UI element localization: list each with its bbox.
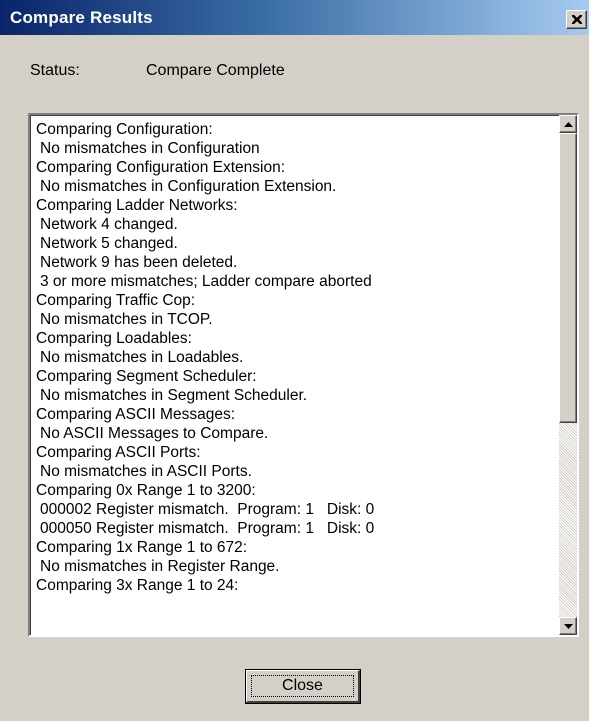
close-x-icon [571, 15, 582, 24]
scroll-up-button[interactable] [559, 115, 577, 133]
scroll-up-arrow-icon [563, 121, 573, 127]
result-line: 000050 Register mismatch. Program: 1 Dis… [40, 520, 375, 537]
dialog-title: Compare Results [10, 8, 153, 27]
results-lines: Comparing Configuration: No mismatches in… [36, 120, 556, 595]
compare-results-dialog: Compare Results Status: Compare Complete… [0, 0, 589, 721]
result-line: Comparing Configuration Extension: [36, 159, 285, 176]
result-line: Comparing 0x Range 1 to 3200: [36, 482, 256, 499]
result-line: 000002 Register mismatch. Program: 1 Dis… [40, 501, 375, 518]
scroll-thumb[interactable] [559, 133, 577, 423]
status-label: Status: [30, 62, 80, 79]
result-line: Comparing Ladder Networks: [36, 197, 238, 214]
result-line: Network 9 has been deleted. [40, 254, 238, 271]
result-line: Network 5 changed. [40, 235, 178, 252]
status-value: Compare Complete [146, 62, 285, 79]
result-line: No ASCII Messages to Compare. [40, 425, 269, 442]
result-line: Network 4 changed. [40, 216, 178, 233]
focus-rectangle [251, 675, 354, 697]
title-close-button[interactable] [566, 10, 587, 29]
vertical-scrollbar[interactable] [559, 115, 577, 635]
result-line: No mismatches in Configuration [40, 140, 260, 157]
result-line: Comparing ASCII Messages: [36, 406, 236, 423]
results-listbox[interactable]: Comparing Configuration: No mismatches in… [28, 113, 579, 637]
title-bar[interactable]: Compare Results [0, 0, 589, 35]
result-line: Comparing Segment Scheduler: [36, 368, 257, 385]
result-line: No mismatches in Segment Scheduler. [40, 387, 308, 404]
result-line: Comparing Configuration: [36, 121, 213, 138]
result-line: No mismatches in TCOP. [40, 311, 213, 328]
result-line: No mismatches in Register Range. [40, 558, 280, 575]
result-line: 3 or more mismatches; Ladder compare abo… [40, 273, 372, 290]
result-line: Comparing ASCII Ports: [36, 444, 201, 461]
result-line: Comparing 1x Range 1 to 672: [36, 539, 248, 556]
result-line: No mismatches in Configuration Extension… [40, 178, 337, 195]
result-line: Comparing Loadables: [36, 330, 192, 347]
result-line: Comparing 3x Range 1 to 24: [36, 577, 239, 594]
result-line: No mismatches in Loadables. [40, 349, 244, 366]
result-line: No mismatches in ASCII Ports. [40, 463, 252, 480]
scroll-down-arrow-icon [563, 623, 573, 629]
scroll-down-button[interactable] [559, 617, 577, 635]
result-line: Comparing Traffic Cop: [36, 292, 196, 309]
close-button[interactable]: Close [245, 669, 361, 704]
